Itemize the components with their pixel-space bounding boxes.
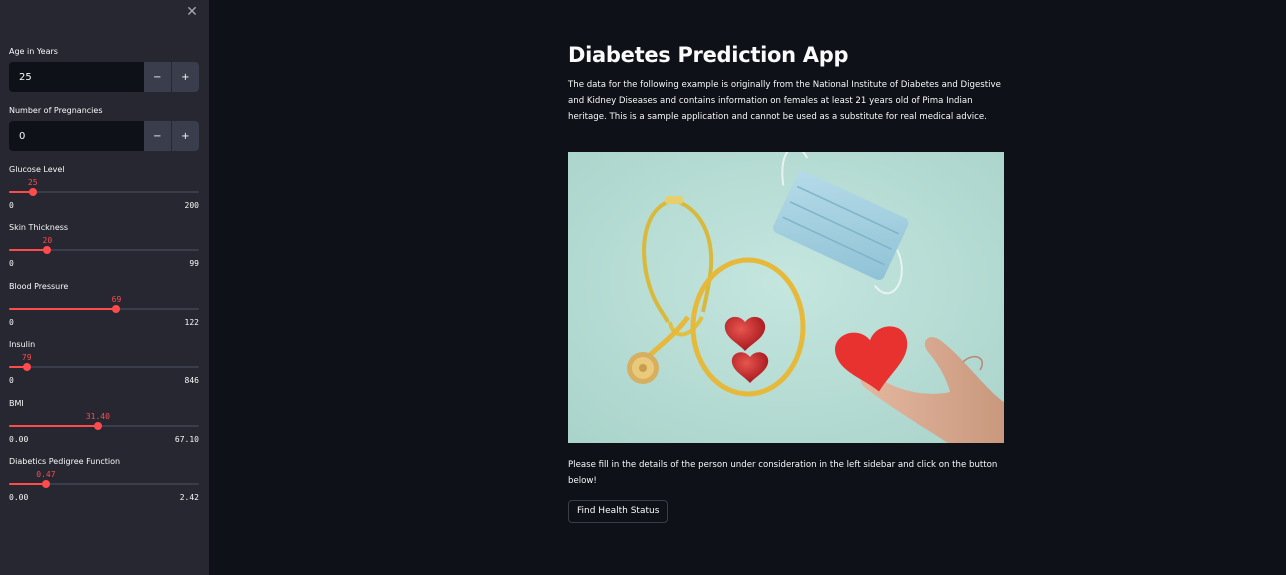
slider-min: 0 (9, 318, 14, 327)
pregnancies-number-input: − + (9, 121, 199, 151)
pregnancies-label: Number of Pregnancies (9, 106, 103, 115)
slider-max: 846 (184, 376, 199, 385)
slider-fill (9, 308, 117, 310)
slider-min: 0 (9, 376, 14, 385)
slider-min: 0 (9, 259, 14, 268)
slider-value: 20 (42, 236, 53, 245)
slider-thumb[interactable] (43, 246, 52, 254)
bmi-label: BMI (9, 399, 24, 408)
bmi-slider[interactable]: 31.40 0.00 67.10 (9, 412, 199, 448)
age-increment-button[interactable]: + (171, 62, 199, 92)
glucose-slider[interactable]: 25 0 200 (9, 178, 199, 214)
slider-min: 0.00 (9, 493, 29, 502)
find-health-status-button[interactable]: Find Health Status (568, 500, 669, 523)
sidebar: ✕ Age in Years − + Number of Pregnancies… (0, 0, 209, 575)
slider-thumb[interactable] (22, 363, 31, 371)
insulin-label: Insulin (9, 340, 36, 349)
pregnancies-increment-button[interactable]: + (171, 121, 199, 151)
pedigree-label: Diabetics Pedigree Function (9, 457, 121, 466)
page-title: Diabetes Prediction App (568, 43, 849, 67)
stethoscope-mask-hearts-illustration (568, 152, 1004, 443)
slider-value: 69 (111, 295, 122, 304)
skin-thickness-label: Skin Thickness (9, 223, 69, 232)
age-decrement-button[interactable]: − (144, 62, 172, 92)
instructions-text: Please fill in the details of the person… (568, 460, 998, 486)
age-field[interactable] (9, 62, 144, 92)
slider-thumb[interactable] (112, 305, 121, 313)
slider-min: 0.00 (9, 435, 29, 444)
age-number-input: − + (9, 62, 199, 92)
slider-max: 122 (184, 318, 199, 327)
slider-value: 31.40 (85, 412, 110, 421)
skin-thickness-slider[interactable]: 20 0 99 (9, 236, 199, 272)
blood-pressure-slider[interactable]: 69 0 122 (9, 295, 199, 331)
glucose-label: Glucose Level (9, 165, 65, 174)
blood-pressure-label: Blood Pressure (9, 282, 69, 291)
slider-thumb[interactable] (41, 480, 50, 488)
slider-track[interactable] (9, 366, 199, 368)
pedigree-slider[interactable]: 0.47 0.00 2.42 (9, 470, 199, 506)
slider-min: 0 (9, 201, 14, 210)
description-text: The data for the following example is or… (568, 80, 1001, 122)
slider-value: 79 (21, 353, 32, 362)
pregnancies-decrement-button[interactable]: − (144, 121, 172, 151)
slider-max: 67.10 (174, 435, 199, 444)
slider-value: 25 (27, 178, 38, 187)
slider-thumb[interactable] (93, 422, 102, 430)
slider-max: 2.42 (179, 493, 199, 502)
slider-value: 0.47 (36, 470, 56, 479)
pregnancies-field[interactable] (9, 121, 144, 151)
age-label: Age in Years (9, 47, 58, 56)
slider-fill (9, 483, 46, 485)
insulin-slider[interactable]: 79 0 846 (9, 353, 199, 389)
close-sidebar-icon[interactable]: ✕ (184, 4, 200, 20)
slider-track[interactable] (9, 191, 199, 193)
slider-max: 200 (184, 201, 199, 210)
slider-fill (9, 425, 98, 427)
slider-max: 99 (189, 259, 199, 268)
app-root: ✕ Age in Years − + Number of Pregnancies… (0, 0, 1286, 575)
hero-image (568, 152, 1004, 443)
slider-thumb[interactable] (28, 188, 37, 196)
slider-fill (9, 249, 48, 251)
